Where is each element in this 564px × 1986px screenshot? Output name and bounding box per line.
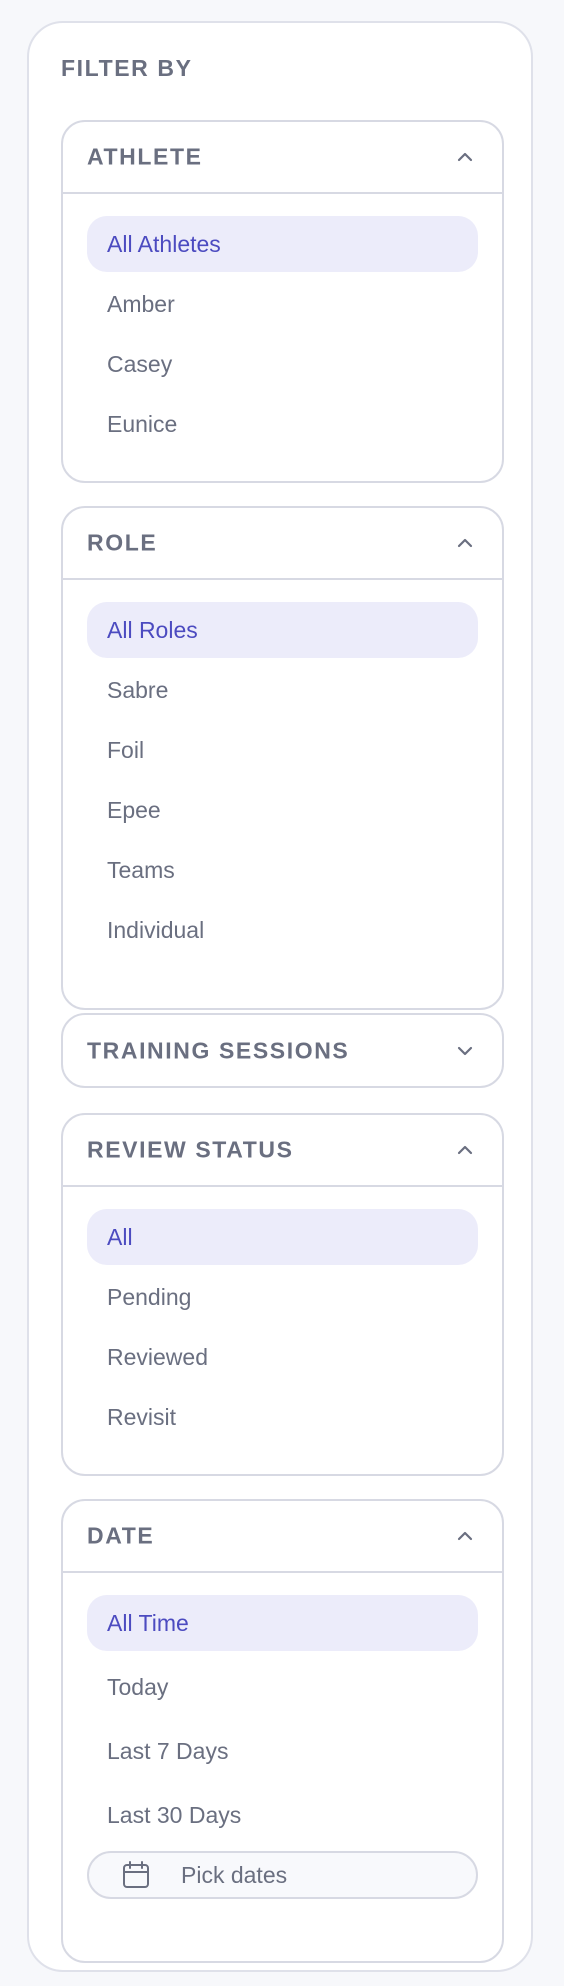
option-all-roles[interactable]: All Roles: [87, 602, 478, 658]
option-revisit[interactable]: Revisit: [87, 1389, 478, 1445]
option-pending[interactable]: Pending: [87, 1269, 478, 1325]
option-casey[interactable]: Casey: [87, 336, 478, 392]
pick-dates-button[interactable]: Pick dates: [87, 1851, 478, 1899]
filter-panel: FILTER BY ATHLETE All Athletes Amber Cas…: [27, 21, 533, 1972]
option-today[interactable]: Today: [87, 1659, 478, 1715]
athlete-options: All Athletes Amber Casey Eunice: [63, 194, 502, 452]
date-options: All Time Today Last 7 Days Last 30 Days …: [63, 1573, 502, 1899]
training-sessions-section-title: TRAINING SESSIONS: [87, 1037, 350, 1063]
option-eunice[interactable]: Eunice: [87, 396, 478, 452]
review-status-section-title: REVIEW STATUS: [87, 1136, 294, 1163]
athlete-section-header[interactable]: ATHLETE: [63, 122, 502, 194]
review-status-section: REVIEW STATUS All Pending Reviewed Revis…: [61, 1113, 504, 1476]
option-amber[interactable]: Amber: [87, 276, 478, 332]
option-individual[interactable]: Individual: [87, 902, 478, 958]
option-foil[interactable]: Foil: [87, 722, 478, 778]
option-all[interactable]: All: [87, 1209, 478, 1265]
date-section-header[interactable]: DATE: [63, 1501, 502, 1573]
chevron-up-icon[interactable]: [456, 1141, 474, 1159]
review-status-options: All Pending Reviewed Revisit: [63, 1187, 502, 1445]
review-status-section-header[interactable]: REVIEW STATUS: [63, 1115, 502, 1187]
calendar-icon: [123, 1861, 149, 1888]
chevron-down-icon[interactable]: [456, 1042, 474, 1060]
option-last-7-days[interactable]: Last 7 Days: [87, 1723, 478, 1779]
role-section: ROLE All Roles Sabre Foil Epee Teams Ind…: [61, 506, 504, 1010]
option-sabre[interactable]: Sabre: [87, 662, 478, 718]
chevron-up-icon[interactable]: [456, 1527, 474, 1545]
option-all-athletes[interactable]: All Athletes: [87, 216, 478, 272]
athlete-section: ATHLETE All Athletes Amber Casey Eunice: [61, 120, 504, 483]
date-section: DATE All Time Today Last 7 Days Last 30 …: [61, 1499, 504, 1963]
role-section-title: ROLE: [87, 529, 158, 556]
pick-dates-label: Pick dates: [181, 1861, 288, 1888]
option-last-30-days[interactable]: Last 30 Days: [87, 1787, 478, 1843]
date-section-title: DATE: [87, 1522, 155, 1549]
panel-title: FILTER BY: [61, 55, 193, 81]
option-epee[interactable]: Epee: [87, 782, 478, 838]
role-section-header[interactable]: ROLE: [63, 508, 502, 580]
option-reviewed[interactable]: Reviewed: [87, 1329, 478, 1385]
training-sessions-section-header[interactable]: TRAINING SESSIONS: [63, 1015, 502, 1086]
option-teams[interactable]: Teams: [87, 842, 478, 898]
training-sessions-section: TRAINING SESSIONS: [61, 1013, 504, 1088]
option-all-time[interactable]: All Time: [87, 1595, 478, 1651]
chevron-up-icon[interactable]: [456, 148, 474, 166]
athlete-section-title: ATHLETE: [87, 143, 203, 170]
role-options: All Roles Sabre Foil Epee Teams Individu…: [63, 580, 502, 958]
chevron-up-icon[interactable]: [456, 534, 474, 552]
